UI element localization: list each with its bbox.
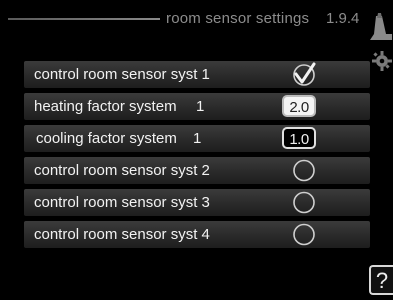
radio-empty-icon: [293, 223, 315, 246]
control-room-sensor-syst-2-radio[interactable]: [284, 158, 324, 183]
page-title: room sensor settings: [166, 10, 310, 27]
control-room-sensor-syst-3-row[interactable]: control room sensor syst 3: [24, 189, 370, 216]
control-room-sensor-syst-4-row[interactable]: control room sensor syst 4: [24, 221, 370, 248]
gear-icon[interactable]: [370, 50, 393, 72]
row-label: heating factor system: [34, 98, 177, 115]
control-room-sensor-syst-1-row[interactable]: control room sensor syst 1: [24, 61, 370, 88]
cooling-factor-value[interactable]: 1.0: [282, 127, 316, 149]
help-button[interactable]: ?: [369, 265, 393, 295]
thermometer-icon: [370, 13, 392, 40]
row-label: control room sensor syst 2: [34, 162, 210, 179]
control-room-sensor-syst-4-radio[interactable]: [284, 222, 324, 247]
radio-empty-icon: [293, 191, 315, 214]
row-label: control room sensor syst 3: [34, 194, 210, 211]
help-icon: ?: [375, 268, 389, 293]
settings-list: control room sensor syst 1 heating facto…: [24, 61, 370, 253]
system-number: 1: [196, 98, 205, 115]
checkmark-icon: [293, 62, 316, 86]
control-room-sensor-syst-2-row[interactable]: control room sensor syst 2: [24, 157, 370, 184]
radio-empty-icon: [293, 159, 315, 182]
row-label: control room sensor syst 1: [34, 66, 210, 83]
control-room-sensor-syst-1-radio[interactable]: [284, 62, 324, 87]
row-label: cooling factor system: [36, 130, 177, 147]
menu-number: 1.9.4: [326, 10, 360, 27]
cooling-factor-system-row[interactable]: cooling factor system 1 1.0: [24, 125, 370, 152]
row-label: control room sensor syst 4: [34, 226, 210, 243]
heating-factor-system-row[interactable]: heating factor system 1 2.0: [24, 93, 370, 120]
system-number: 1: [193, 130, 202, 147]
heating-factor-value[interactable]: 2.0: [282, 95, 316, 117]
control-room-sensor-syst-3-radio[interactable]: [284, 190, 324, 215]
header-divider: [8, 18, 160, 20]
